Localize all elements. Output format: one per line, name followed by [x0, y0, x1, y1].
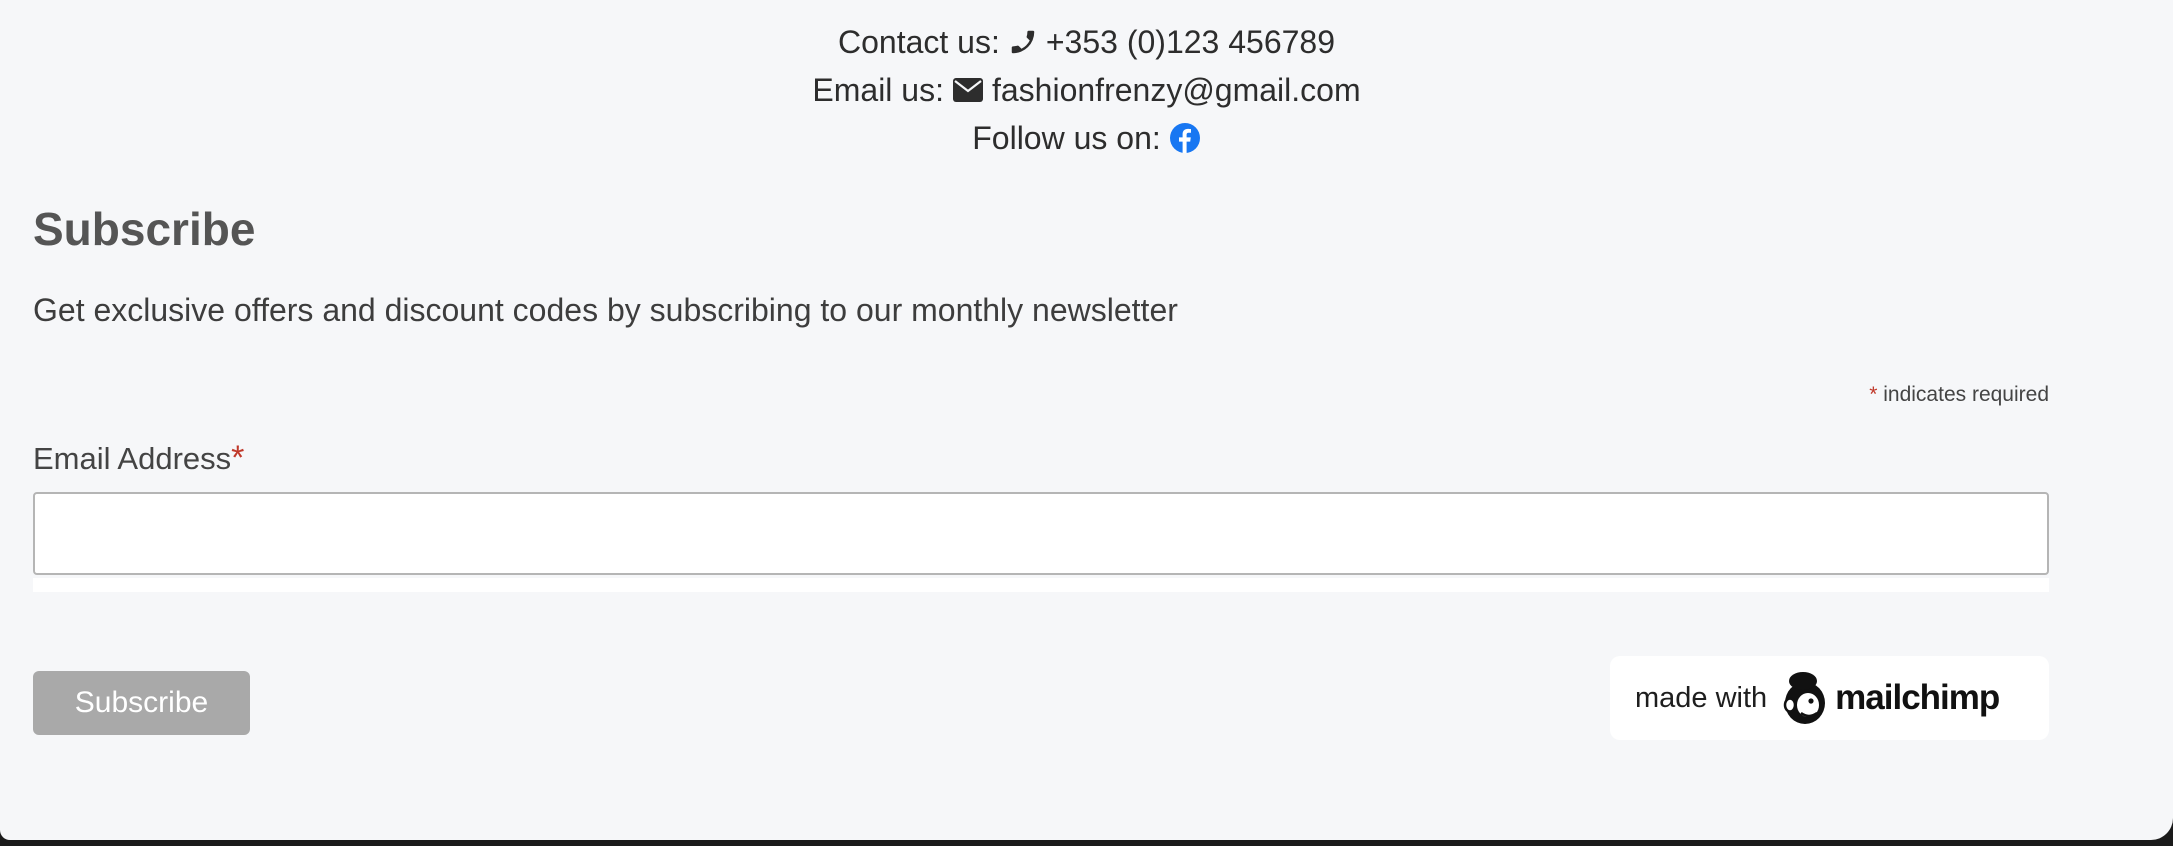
subscribe-title: Subscribe [33, 203, 256, 255]
contact-email-line: Email us: fashionfrenzy@gmail.com [0, 66, 2173, 114]
email-required-asterisk: * [231, 439, 245, 477]
form-response-area [33, 578, 2049, 592]
phone-icon [1008, 27, 1038, 57]
contact-email-address[interactable]: fashionfrenzy@gmail.com [992, 66, 1361, 114]
contact-follow-label: Follow us on: [972, 120, 1161, 156]
contact-phone-number[interactable]: +353 (0)123 456789 [1046, 18, 1335, 66]
required-note-text: indicates required [1883, 383, 2049, 406]
contact-email-label: Email us: [812, 72, 944, 108]
subscribe-button[interactable]: Subscribe [33, 671, 250, 735]
mailchimp-badge[interactable]: made with mailchimp [1610, 656, 2049, 740]
facebook-icon[interactable] [1169, 122, 1201, 154]
required-note: * indicates required [1869, 382, 2049, 408]
badge-brand: mailchimp [1835, 678, 2000, 717]
contact-follow-line: Follow us on: [0, 114, 2173, 162]
contact-phone-line: Contact us: +353 (0)123 456789 [0, 18, 2173, 66]
email-label-text: Email Address [33, 441, 232, 476]
footer-page: Contact us: +353 (0)123 456789 Email us:… [0, 0, 2173, 840]
email-input[interactable] [33, 492, 2049, 575]
envelope-icon [952, 77, 984, 103]
badge-prefix: made with [1635, 681, 1768, 714]
contact-section: Contact us: +353 (0)123 456789 Email us:… [0, 18, 2173, 162]
required-asterisk: * [1869, 383, 1878, 406]
subscribe-description: Get exclusive offers and discount codes … [33, 292, 1178, 328]
email-field-label: Email Address* [33, 438, 244, 479]
mailchimp-freddie-icon [1781, 669, 1829, 727]
contact-phone-label: Contact us: [838, 24, 1000, 60]
